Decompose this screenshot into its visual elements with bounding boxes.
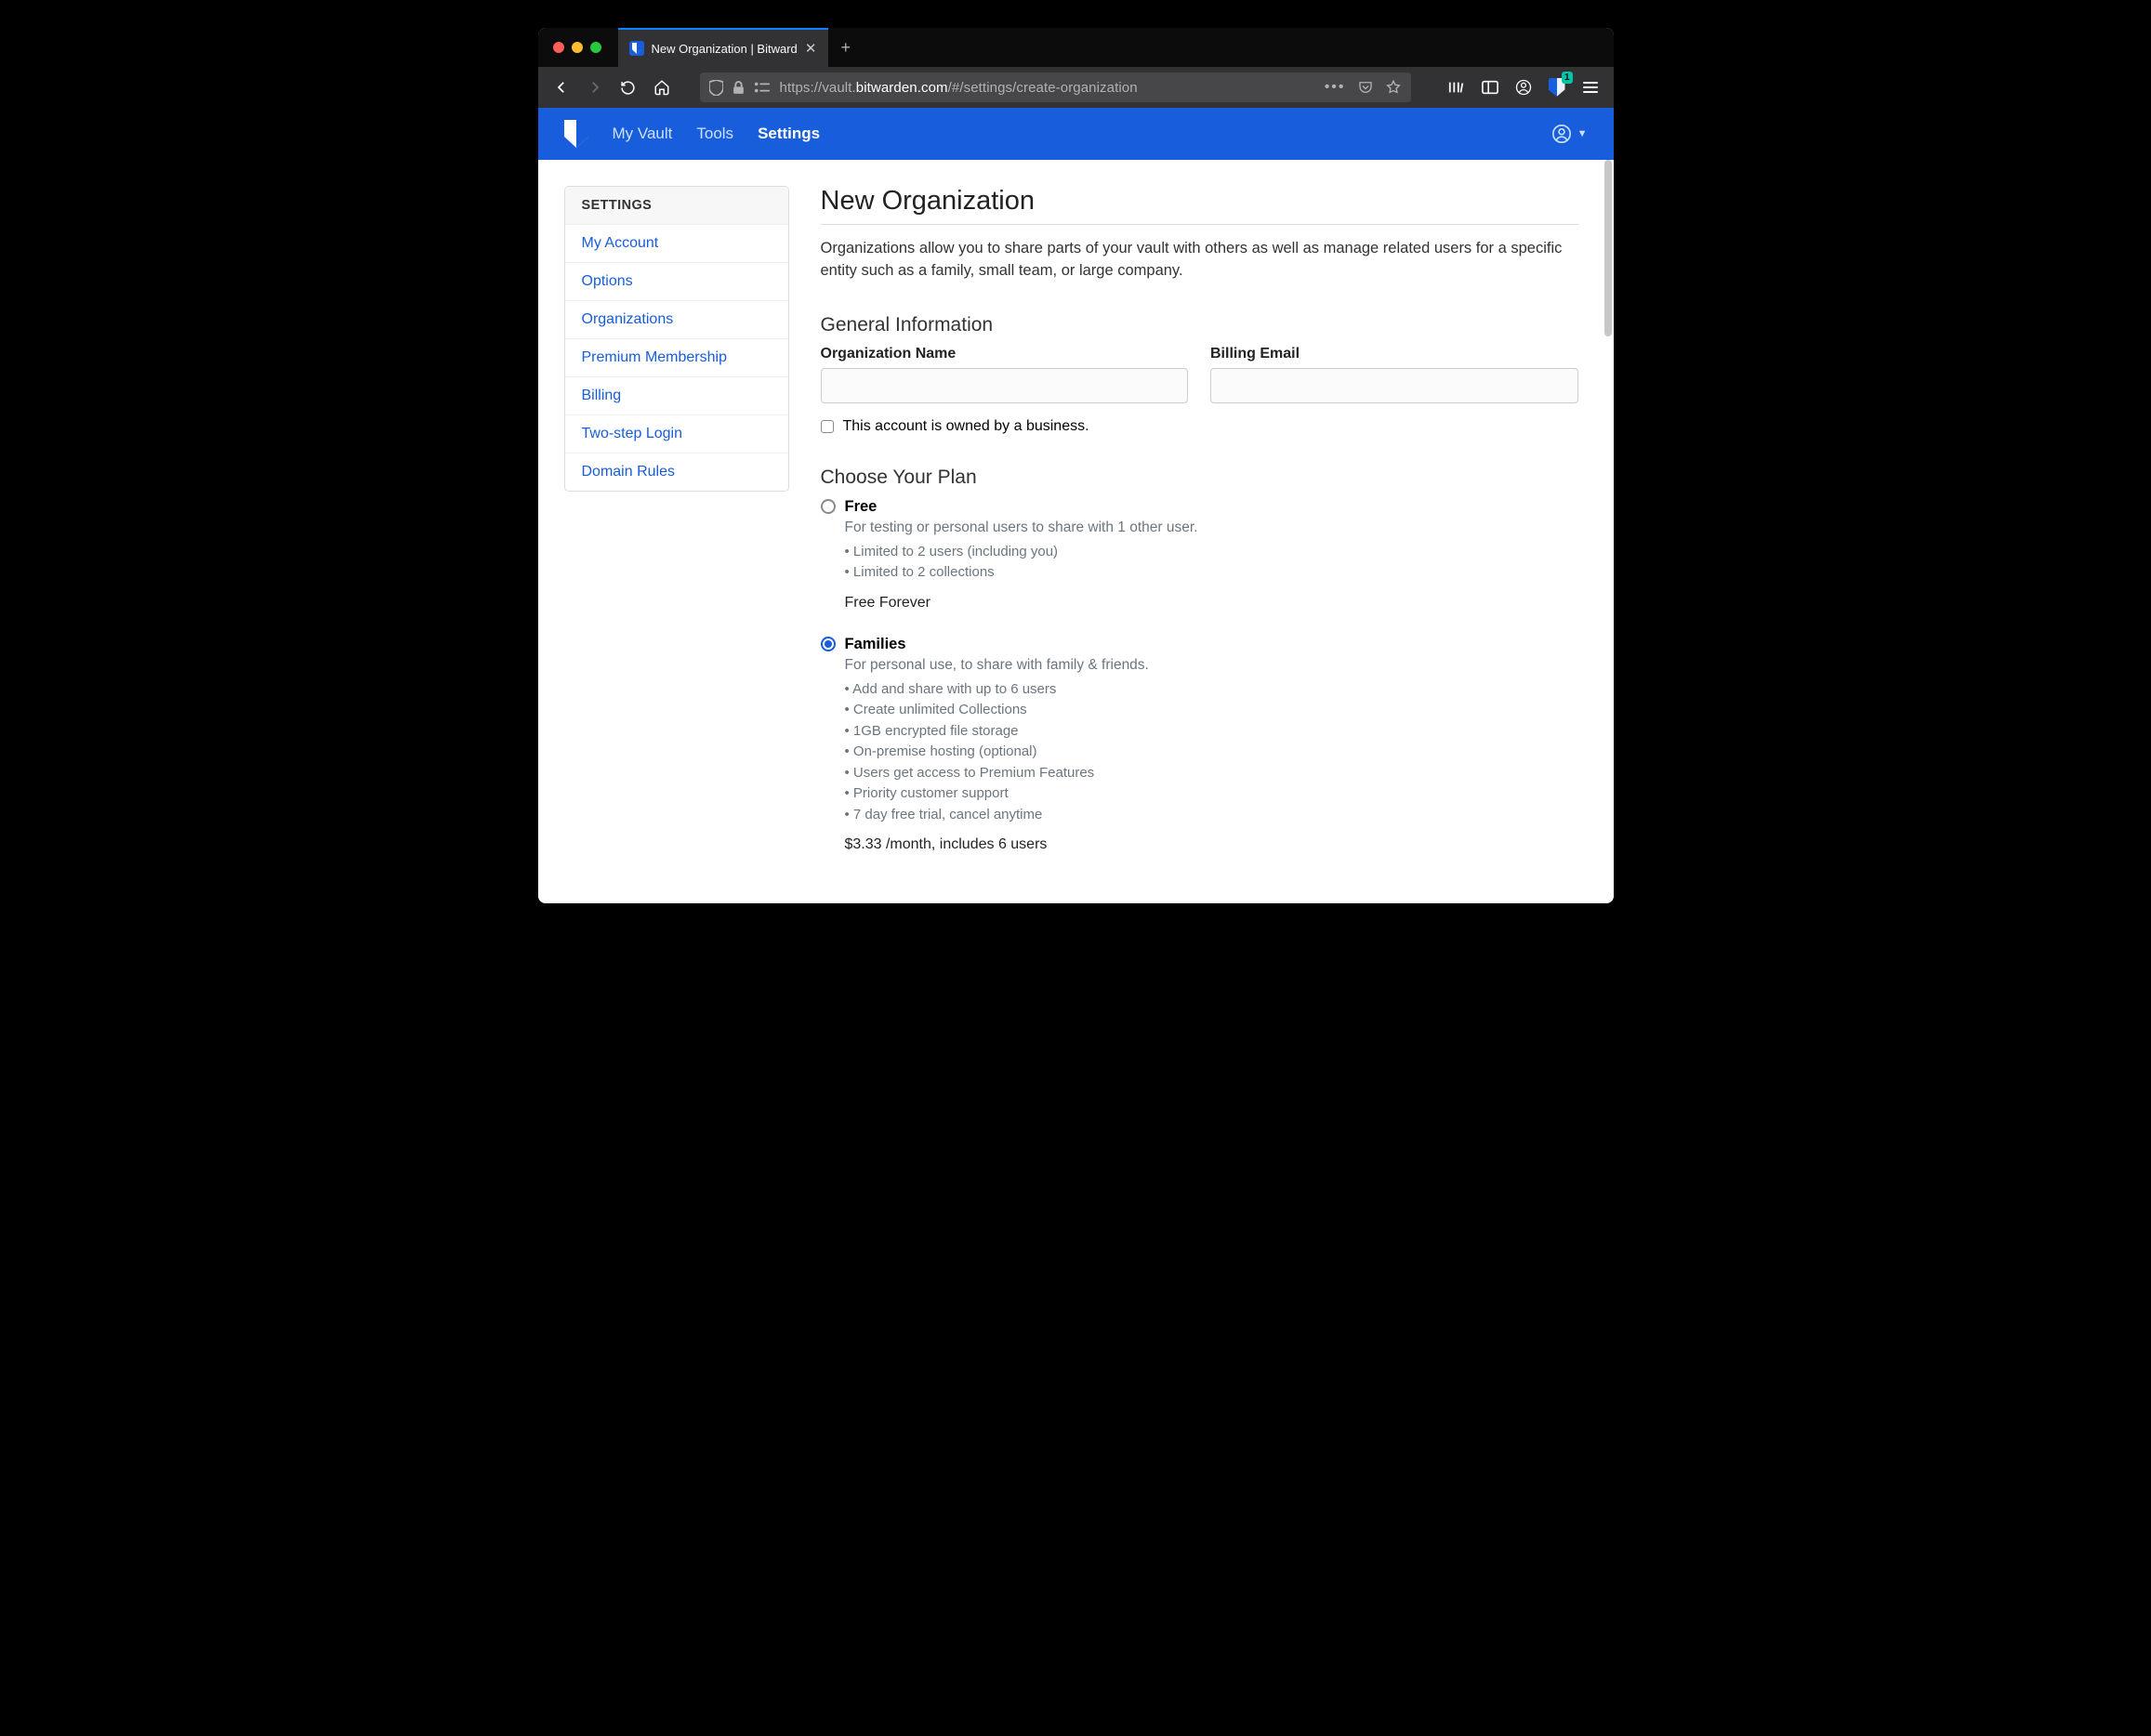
library-icon[interactable]	[1443, 73, 1471, 101]
page-title: New Organization	[821, 186, 1578, 225]
nav-item-settings[interactable]: Settings	[758, 125, 820, 143]
plan-feature: • Limited to 2 users (including you)	[845, 542, 1578, 563]
plan-feature: • 1GB encrypted file storage	[845, 721, 1578, 743]
organization-name-input[interactable]	[821, 368, 1189, 403]
plan-name: Free	[845, 498, 878, 516]
plan-feature: • Users get access to Premium Features	[845, 763, 1578, 784]
menu-button[interactable]	[1577, 73, 1604, 101]
plan-feature: • Limited to 2 collections	[845, 562, 1578, 584]
bookmark-star-icon[interactable]	[1385, 79, 1402, 96]
sidebar-item-my-account[interactable]: My Account	[565, 224, 788, 262]
sidebar-item-options[interactable]: Options	[565, 262, 788, 300]
plan-radio-families[interactable]	[821, 637, 836, 651]
home-button[interactable]	[648, 73, 676, 101]
page-lead: Organizations allow you to share parts o…	[821, 238, 1578, 283]
billing-email-input[interactable]	[1210, 368, 1578, 403]
shield-icon	[709, 80, 723, 96]
section-plan-heading: Choose Your Plan	[821, 467, 1578, 489]
user-icon	[1551, 124, 1572, 144]
main-nav: My Vault Tools Settings	[613, 125, 821, 143]
app-header: My Vault Tools Settings ▼	[538, 108, 1614, 160]
plan-feature: • Priority customer support	[845, 783, 1578, 805]
browser-tab[interactable]: New Organization | Bitwarden V ✕	[618, 28, 828, 67]
plan-price: $3.33 /month, includes 6 users	[845, 836, 1578, 853]
close-tab-icon[interactable]: ✕	[805, 42, 817, 56]
reload-button[interactable]	[614, 73, 642, 101]
address-bar[interactable]: https://vault.bitwarden.com/#/settings/c…	[700, 72, 1411, 102]
more-icon[interactable]: •••	[1325, 79, 1346, 96]
plan-free: Free For testing or personal users to sha…	[821, 498, 1578, 612]
maximize-window-icon[interactable]	[590, 42, 601, 53]
forward-button[interactable]	[581, 73, 609, 101]
sidebar-icon[interactable]	[1476, 73, 1504, 101]
page-body: SETTINGS My AccountOptionsOrganizationsP…	[538, 160, 1614, 903]
plan-feature: • Create unlimited Collections	[845, 700, 1578, 721]
bitwarden-favicon-icon	[629, 41, 644, 56]
permissions-icon	[754, 81, 771, 94]
main-content: New Organization Organizations allow you…	[821, 186, 1588, 877]
scrollbar[interactable]	[1601, 160, 1614, 903]
plan-subtitle: For testing or personal users to share w…	[845, 519, 1578, 536]
bitwarden-logo-icon	[564, 120, 588, 148]
window-controls[interactable]	[553, 42, 601, 53]
business-owned-label: This account is owned by a business.	[843, 418, 1089, 435]
close-window-icon[interactable]	[553, 42, 564, 53]
account-menu[interactable]: ▼	[1551, 124, 1588, 144]
plan-feature: • On-premise hosting (optional)	[845, 742, 1578, 763]
account-icon[interactable]	[1510, 73, 1537, 101]
settings-sidebar: SETTINGS My AccountOptionsOrganizationsP…	[564, 186, 789, 877]
business-owned-checkbox[interactable]	[821, 420, 834, 433]
caret-down-icon: ▼	[1577, 128, 1588, 139]
plan-feature: • Add and share with up to 6 users	[845, 679, 1578, 701]
lock-icon	[732, 81, 745, 95]
back-button[interactable]	[548, 73, 575, 101]
plan-radio-free[interactable]	[821, 499, 836, 514]
sidebar-heading: SETTINGS	[565, 187, 788, 224]
sidebar-item-billing[interactable]: Billing	[565, 376, 788, 414]
section-general-heading: General Information	[821, 314, 1578, 336]
plan-feature: • 7 day free trial, cancel anytime	[845, 805, 1578, 826]
pocket-icon[interactable]	[1357, 79, 1374, 96]
plan-name: Families	[845, 636, 906, 653]
plan-subtitle: For personal use, to share with family &…	[845, 657, 1578, 674]
sidebar-item-domain-rules[interactable]: Domain Rules	[565, 453, 788, 491]
tab-title: New Organization | Bitwarden V	[652, 42, 798, 56]
sidebar-item-premium-membership[interactable]: Premium Membership	[565, 338, 788, 376]
browser-window: New Organization | Bitwarden V ✕ + https…	[538, 28, 1614, 903]
sidebar-item-organizations[interactable]: Organizations	[565, 300, 788, 338]
browser-tabbar: New Organization | Bitwarden V ✕ +	[538, 28, 1614, 67]
nav-item-tools[interactable]: Tools	[696, 125, 733, 143]
new-tab-button[interactable]: +	[828, 38, 864, 58]
label-billing-email: Billing Email	[1210, 346, 1578, 362]
nav-item-my-vault[interactable]: My Vault	[613, 125, 673, 143]
browser-toolbar: https://vault.bitwarden.com/#/settings/c…	[538, 67, 1614, 108]
label-organization-name: Organization Name	[821, 346, 1189, 362]
bitwarden-extension-icon[interactable]: 1	[1543, 73, 1571, 101]
plan-families: Families For personal use, to share with …	[821, 636, 1578, 854]
minimize-window-icon[interactable]	[572, 42, 583, 53]
sidebar-item-two-step-login[interactable]: Two-step Login	[565, 414, 788, 453]
url-text: https://vault.bitwarden.com/#/settings/c…	[780, 80, 1138, 96]
plan-price: Free Forever	[845, 595, 1578, 612]
